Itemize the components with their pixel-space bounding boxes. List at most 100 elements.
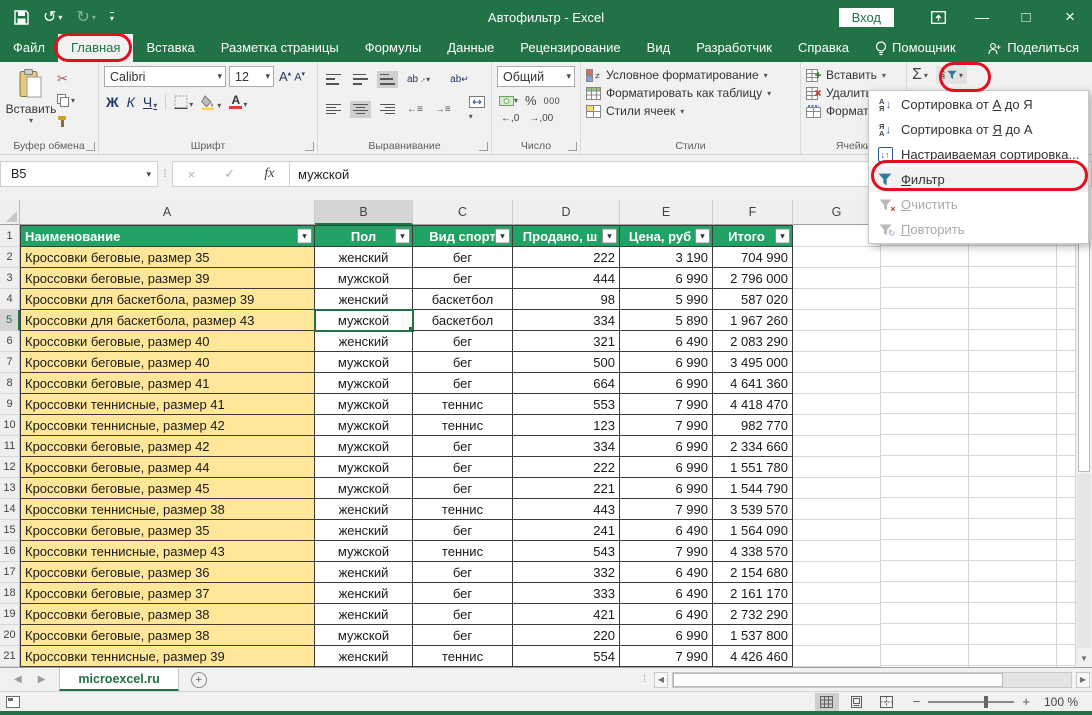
cell-A19[interactable]: Кроссовки беговые, размер 38 [20,604,315,625]
row-header-7[interactable]: 7 [0,352,20,373]
cell-D20[interactable]: 220 [513,625,620,646]
row-header-21[interactable]: 21 [0,646,20,667]
cell-A14[interactable]: Кроссовки теннисные, размер 38 [20,499,315,520]
cell-B17[interactable]: женский [315,562,413,583]
row-header-13[interactable]: 13 [0,478,20,499]
font-size-combo[interactable]: 12 ▾ [229,66,274,87]
column-header-C[interactable]: C [413,200,513,225]
cell-C9[interactable]: теннис [413,394,513,415]
cell-C2[interactable]: бег [413,247,513,268]
cell-F21[interactable]: 4 426 460 [713,646,793,667]
row-header-19[interactable]: 19 [0,604,20,625]
maximize-button[interactable]: □ [1004,0,1048,34]
cell-C11[interactable]: бег [413,436,513,457]
cell-A18[interactable]: Кроссовки беговые, размер 37 [20,583,315,604]
cell-D9[interactable]: 553 [513,394,620,415]
filter-dropdown-button-D[interactable]: ▾ [602,228,617,244]
cell-E15[interactable]: 6 490 [620,520,713,541]
cell-F14[interactable]: 3 539 570 [713,499,793,520]
save-icon[interactable] [14,9,29,25]
cell-G18[interactable] [793,583,881,604]
font-dialog-launcher[interactable] [305,142,314,151]
tab-разметка-страницы[interactable]: Разметка страницы [208,34,352,62]
cell-C15[interactable]: бег [413,520,513,541]
column-header-A[interactable]: A [20,200,315,225]
cell-F2[interactable]: 704 990 [713,247,793,268]
row-header-5[interactable]: 5 [0,310,20,331]
cell-E8[interactable]: 6 990 [620,373,713,394]
fill-color-button[interactable]: ▾ [201,94,221,110]
zoom-in-button[interactable]: + [1022,694,1030,709]
cell-C19[interactable]: бег [413,604,513,625]
cell-C20[interactable]: бег [413,625,513,646]
cell-E17[interactable]: 6 490 [620,562,713,583]
scrollbar-grip[interactable]: ⁞ [639,674,650,685]
cell-G6[interactable] [793,331,881,352]
row-header-11[interactable]: 11 [0,436,20,457]
row-header-12[interactable]: 12 [0,457,20,478]
cell-A17[interactable]: Кроссовки беговые, размер 36 [20,562,315,583]
row-header-16[interactable]: 16 [0,541,20,562]
cell-E14[interactable]: 7 990 [620,499,713,520]
cell-C4[interactable]: баскетбол [413,289,513,310]
merge-center-button[interactable]: ▾ [466,93,488,125]
cell-E4[interactable]: 5 990 [620,289,713,310]
cell-B9[interactable]: мужской [315,394,413,415]
cell-F19[interactable]: 2 732 290 [713,604,793,625]
cell-C3[interactable]: бег [413,268,513,289]
cell-C14[interactable]: теннис [413,499,513,520]
redo-button[interactable]: ↻ ▾ [76,7,95,27]
cell-G12[interactable] [793,457,881,478]
cell-A8[interactable]: Кроссовки беговые, размер 41 [20,373,315,394]
cell-E12[interactable]: 6 990 [620,457,713,478]
row-header-17[interactable]: 17 [0,562,20,583]
cell-B11[interactable]: мужской [315,436,413,457]
cell-E3[interactable]: 6 990 [620,268,713,289]
cell-F12[interactable]: 1 551 780 [713,457,793,478]
cell-B13[interactable]: мужской [315,478,413,499]
cell-D2[interactable]: 222 [513,247,620,268]
cell-F3[interactable]: 2 796 000 [713,268,793,289]
cell-D21[interactable]: 554 [513,646,620,667]
column-header-D[interactable]: D [513,200,620,225]
menu-item-сортировка-от-я-до-а[interactable]: Я А ↓ Сортировка от Я до А [869,117,1088,142]
cell-E20[interactable]: 6 990 [620,625,713,646]
cell-G13[interactable] [793,478,881,499]
cell-E10[interactable]: 7 990 [620,415,713,436]
cell-E21[interactable]: 7 990 [620,646,713,667]
tab-формулы[interactable]: Формулы [352,34,435,62]
font-family-combo[interactable]: Calibri ▾ [104,66,226,87]
tab-разработчик[interactable]: Разработчик [683,34,785,62]
cell-C13[interactable]: бег [413,478,513,499]
horizontal-scrollbar[interactable] [672,671,1072,688]
tab-вид[interactable]: Вид [634,34,684,62]
cell-B7[interactable]: мужской [315,352,413,373]
cell-F20[interactable]: 1 537 800 [713,625,793,646]
tab-данные[interactable]: Данные [434,34,507,62]
scroll-down-arrow[interactable]: ▼ [1076,649,1092,667]
scroll-right-arrow[interactable]: ▶ [1076,671,1090,688]
empty-grid-area[interactable] [881,225,1075,667]
cell-D19[interactable]: 421 [513,604,620,625]
column-header-E[interactable]: E [620,200,713,225]
cell-E2[interactable]: 3 190 [620,247,713,268]
tab-рецензирование[interactable]: Рецензирование [507,34,633,62]
cell-F16[interactable]: 4 338 570 [713,541,793,562]
horizontal-scrollbar-thumb[interactable] [673,672,1003,687]
shrink-font-button[interactable]: A▾ [294,70,305,84]
zoom-slider-thumb[interactable] [984,695,989,708]
cell-G7[interactable] [793,352,881,373]
orientation-button[interactable]: ab→▾ [404,71,433,88]
align-bottom-button[interactable] [377,70,398,88]
menu-item-сортировка-от-а-до-я[interactable]: А Я ↓ Сортировка от А до Я [869,92,1088,117]
header-cell-D1[interactable]: Продано, ш ▾ [513,225,620,247]
cell-A2[interactable]: Кроссовки беговые, размер 35 [20,247,315,268]
ribbon-display-options-icon[interactable] [916,10,960,24]
cell-C17[interactable]: бег [413,562,513,583]
cell-C16[interactable]: теннис [413,541,513,562]
tab-справка[interactable]: Справка [785,34,862,62]
row-header-14[interactable]: 14 [0,499,20,520]
cell-B19[interactable]: женский [315,604,413,625]
cell-C10[interactable]: теннис [413,415,513,436]
cell-E6[interactable]: 6 490 [620,331,713,352]
